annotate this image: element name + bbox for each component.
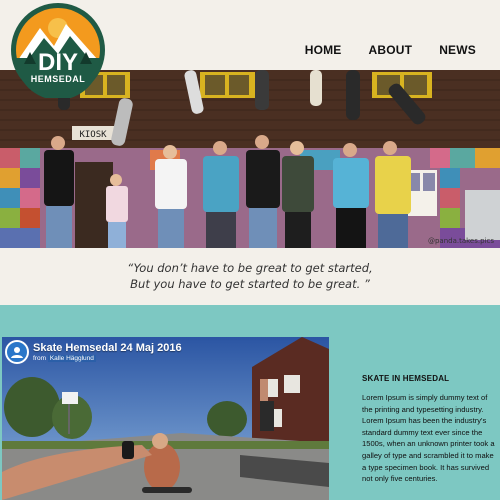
logo-main-text: DIY — [38, 49, 78, 76]
video-embed[interactable]: Skate Hemsedal 24 Maj 2016 from Kalle Hä… — [2, 337, 329, 500]
diy-hemsedal-logo[interactable]: DIY HEMSEDAL — [10, 2, 106, 100]
nav-home[interactable]: HOME — [305, 43, 342, 57]
channel-avatar[interactable] — [5, 340, 29, 364]
video-byline: from Kalle Hägglund — [33, 355, 182, 362]
logo-sub-text: HEMSEDAL — [31, 74, 86, 84]
photo-credit: @panda.takes.pics — [427, 237, 494, 245]
video-header: Skate Hemsedal 24 Maj 2016 from Kalle Hä… — [5, 340, 182, 364]
video-title[interactable]: Skate Hemsedal 24 Maj 2016 — [33, 342, 182, 354]
nav-news[interactable]: NEWS — [439, 43, 476, 57]
section-heading: SKATE IN HEMSEDAL — [362, 374, 450, 383]
video-author-link[interactable]: Kalle Hägglund — [47, 355, 96, 362]
kiosk-sign: KIOSK — [79, 130, 107, 140]
user-icon — [11, 347, 23, 358]
nav-about[interactable]: ABOUT — [369, 43, 413, 57]
quote-block: “You don’t have to be great to get start… — [0, 248, 500, 304]
quote-line-2: But you have to get started to be great.… — [130, 277, 370, 291]
quote-line-1: “You don’t have to be great to get start… — [127, 261, 373, 275]
skate-info: SKATE IN HEMSEDAL Lorem Ipsum is simply … — [362, 374, 496, 485]
video-from-label: from — [33, 355, 46, 362]
section-body: Lorem Ipsum is simply dummy text of the … — [362, 393, 495, 484]
main-nav: HOME ABOUT NEWS — [305, 43, 476, 57]
